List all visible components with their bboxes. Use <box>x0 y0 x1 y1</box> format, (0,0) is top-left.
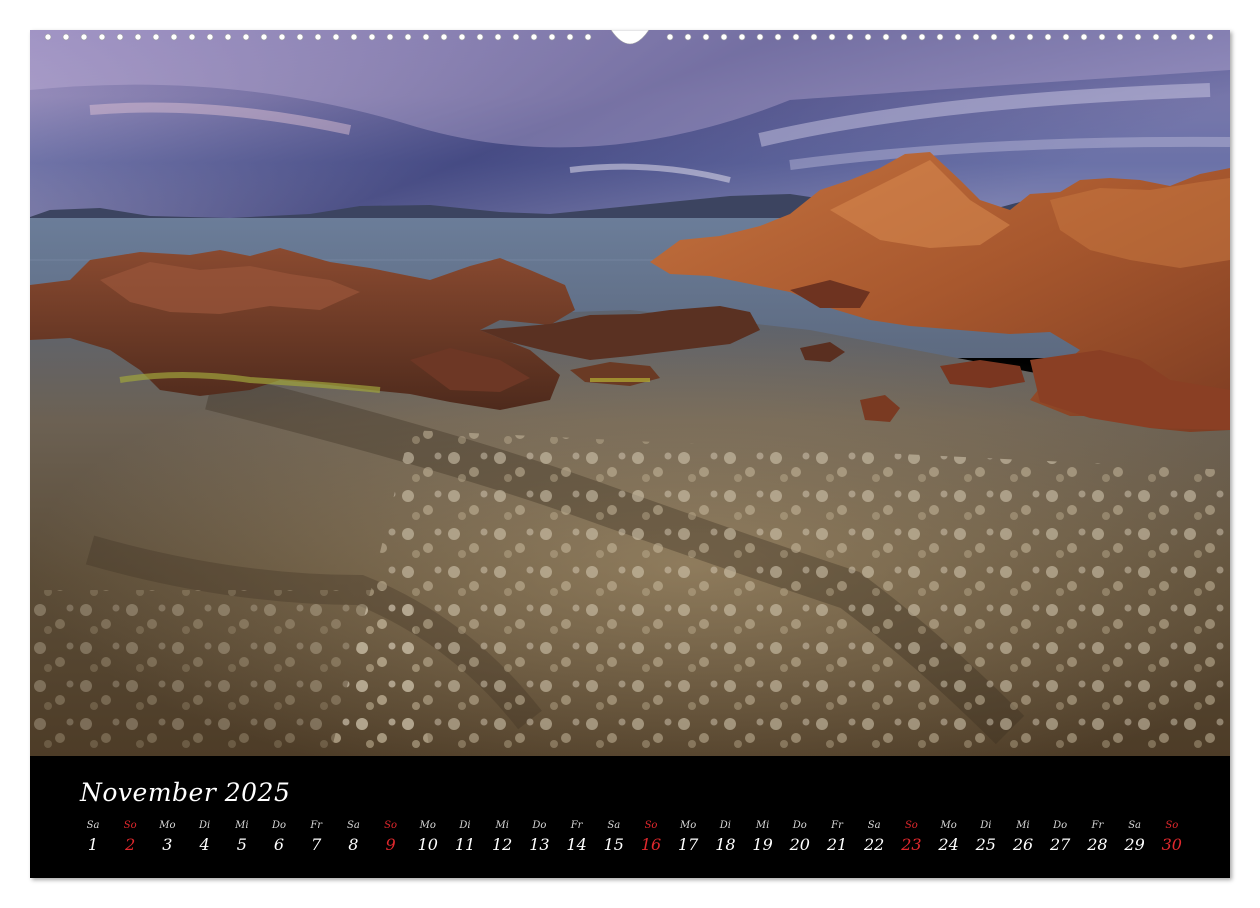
day-column: Mi 12 <box>485 820 519 854</box>
weekday-label: Sa <box>607 820 621 831</box>
weekday-label: Fr <box>310 820 323 831</box>
day-number: 12 <box>492 835 513 854</box>
day-number: 16 <box>640 835 662 854</box>
day-column: Di 18 <box>708 820 742 854</box>
day-column: Mi 5 <box>225 820 259 854</box>
day-column: Mo 3 <box>150 820 184 854</box>
day-number: 25 <box>975 835 996 854</box>
day-column: Sa 29 <box>1118 820 1152 854</box>
day-column: So 23 <box>894 820 928 854</box>
day-column: Di 4 <box>188 820 222 854</box>
day-number: 1 <box>87 835 99 854</box>
day-column: Sa 1 <box>76 820 110 854</box>
day-number: 30 <box>1161 835 1182 854</box>
day-number: 23 <box>901 835 922 854</box>
weekday-label: Sa <box>86 820 100 831</box>
weekday-label: So <box>384 820 398 831</box>
day-column: Di 25 <box>969 820 1003 854</box>
weekday-label: Mi <box>755 820 770 831</box>
day-column: So 2 <box>113 820 147 854</box>
day-number: 5 <box>236 835 247 854</box>
day-number: 2 <box>125 835 136 854</box>
calendar-sheet <box>30 30 1230 878</box>
day-column: Mo 17 <box>671 820 705 854</box>
weekday-label: Fr <box>570 820 583 831</box>
day-number: 28 <box>1087 835 1108 854</box>
month-title: November 2025 <box>80 778 291 807</box>
day-grid: Sa 1 So 2 Mo 3 Di 4 Mi 5 Do 6 Fr 7 Sa 8 So 9 Mo 10 Di 11 Mi 12 D… <box>76 820 1196 862</box>
day-column: Fr 21 <box>820 820 854 854</box>
day-number: 17 <box>678 835 699 854</box>
weekday-label: Do <box>532 820 547 831</box>
day-column: So 30 <box>1155 820 1189 854</box>
day-column: Mo 10 <box>411 820 445 854</box>
day-number: 19 <box>752 835 773 854</box>
day-number: 18 <box>715 835 736 854</box>
day-column: Do 6 <box>262 820 296 854</box>
weekday-label: Do <box>1053 820 1068 831</box>
day-column: Sa 15 <box>597 820 631 854</box>
weekday-label: Fr <box>1091 820 1104 831</box>
day-column: Do 13 <box>522 820 556 854</box>
weekday-label: Sa <box>1128 820 1141 831</box>
weekday-label: So <box>904 820 918 831</box>
day-column: So 16 <box>634 820 668 854</box>
weekday-label: Sa <box>867 820 881 831</box>
day-number: 21 <box>826 835 848 854</box>
day-column: Mi 26 <box>1006 820 1040 854</box>
day-number: 22 <box>864 835 885 854</box>
weekday-label: Mo <box>680 820 697 831</box>
weekday-label: Mi <box>495 820 509 831</box>
day-number: 4 <box>199 835 210 854</box>
weekday-label: Mo <box>940 820 957 831</box>
weekday-label: Di <box>198 820 211 831</box>
day-column: Mi 19 <box>746 820 780 854</box>
weekday-label: So <box>644 820 658 831</box>
weekday-label: So <box>1165 820 1179 831</box>
day-column: Sa 8 <box>336 820 370 854</box>
day-number: 14 <box>566 835 587 854</box>
day-number: 13 <box>529 835 550 854</box>
weekday-label: Mi <box>1016 820 1030 831</box>
weekday-label: Do <box>271 820 287 831</box>
weekday-label: Di <box>980 820 992 831</box>
day-number: 6 <box>273 835 285 854</box>
calendar-page: November 2025 Sa 1 So 2 Mo 3 Di 4 Mi 5 Do 6 Fr 7 Sa 8 So… <box>0 0 1260 908</box>
day-number: 3 <box>162 835 173 854</box>
day-number: 29 <box>1124 835 1145 854</box>
weekday-label: Di <box>719 820 731 831</box>
weekday-label: Do <box>792 820 807 831</box>
weekday-label: Fr <box>831 820 843 831</box>
day-column: Fr 28 <box>1080 820 1114 854</box>
weekday-label: Di <box>459 820 471 831</box>
day-column: Fr 7 <box>299 820 333 854</box>
day-number: 26 <box>1012 835 1034 854</box>
day-column: Do 20 <box>783 820 817 854</box>
day-number: 27 <box>1050 835 1071 854</box>
day-number: 11 <box>454 835 476 854</box>
weekday-label: Mo <box>159 820 176 831</box>
day-number: 24 <box>938 835 959 854</box>
calendar-footer: November 2025 Sa 1 So 2 Mo 3 Di 4 Mi 5 Do 6 Fr 7 Sa 8 So… <box>30 756 1230 878</box>
day-column: Mo 24 <box>932 820 966 854</box>
landscape-photo <box>30 30 1230 756</box>
day-number: 9 <box>385 835 396 854</box>
weekday-label: So <box>123 820 137 831</box>
day-number: 8 <box>348 835 359 854</box>
weekday-label: Mi <box>235 820 249 831</box>
day-column: Do 27 <box>1043 820 1077 854</box>
day-column: So 9 <box>374 820 408 854</box>
weekday-label: Mo <box>419 820 436 831</box>
day-column: Di 11 <box>448 820 482 854</box>
day-number: 7 <box>311 835 322 854</box>
day-number: 10 <box>417 835 438 854</box>
day-column: Sa 22 <box>857 820 891 854</box>
day-column: Fr 14 <box>560 820 594 854</box>
weekday-label: Sa <box>346 820 360 831</box>
day-number: 15 <box>603 835 624 854</box>
day-number: 20 <box>789 835 810 854</box>
